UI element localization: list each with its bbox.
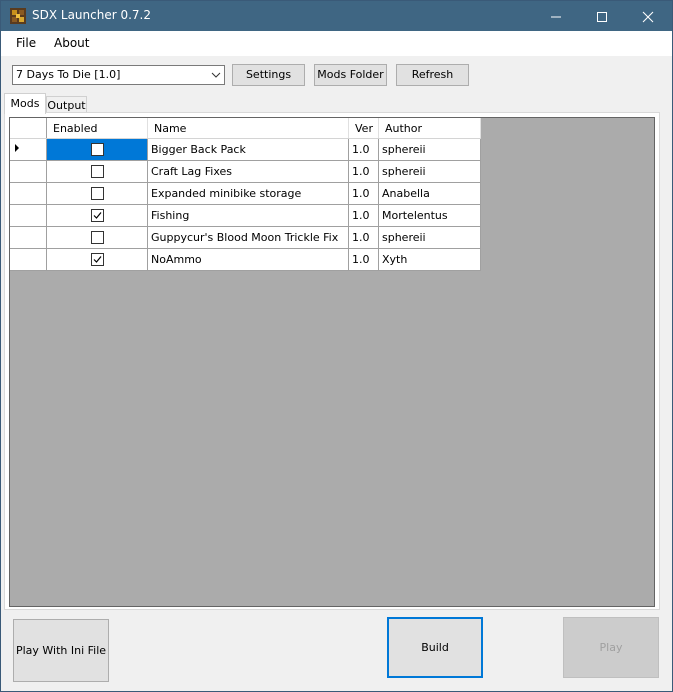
maximize-icon	[597, 12, 607, 22]
build-button[interactable]: Build	[387, 617, 483, 678]
play-button[interactable]: Play	[563, 617, 659, 678]
enabled-cell[interactable]	[46, 204, 148, 227]
enabled-checkbox[interactable]	[90, 253, 104, 267]
enabled-cell[interactable]	[46, 182, 148, 205]
column-header-name[interactable]: Name	[147, 118, 349, 139]
ver-cell[interactable]: 1.0	[348, 248, 379, 271]
table-row[interactable]: Craft Lag Fixes 1.0 sphereii	[10, 160, 481, 183]
minimize-button[interactable]	[533, 1, 579, 31]
menu-bar: File About	[1, 31, 672, 56]
close-icon	[642, 11, 654, 23]
enabled-cell[interactable]	[46, 248, 148, 271]
table-row[interactable]: Expanded minibike storage 1.0 Anabella	[10, 182, 481, 205]
row-header[interactable]	[10, 204, 47, 227]
name-cell[interactable]: NoAmmo	[147, 248, 349, 271]
tab-strip: Mods Output	[1, 93, 672, 114]
checkmark-icon	[93, 212, 101, 220]
enabled-cell[interactable]	[46, 226, 148, 249]
current-row-arrow-icon	[15, 144, 19, 152]
menu-file[interactable]: File	[16, 36, 36, 50]
toolbar: 7 Days To Die [1.0] Settings Mods Folder…	[1, 56, 672, 96]
author-cell[interactable]: Xyth	[378, 248, 481, 271]
name-cell[interactable]: Fishing	[147, 204, 349, 227]
row-header[interactable]	[10, 160, 47, 183]
enabled-checkbox[interactable]	[90, 187, 104, 201]
enabled-checkbox[interactable]	[90, 143, 104, 157]
mods-grid[interactable]: Enabled Name Ver Author Bigger Back Pack…	[9, 117, 655, 607]
name-cell[interactable]: Bigger Back Pack	[147, 138, 349, 161]
game-select-dropdown[interactable]: 7 Days To Die [1.0]	[12, 65, 225, 85]
mods-folder-button[interactable]: Mods Folder	[314, 64, 387, 86]
minimize-icon	[551, 16, 561, 18]
column-header-author[interactable]: Author	[378, 118, 481, 139]
enabled-checkbox[interactable]	[90, 231, 104, 245]
row-header[interactable]	[10, 248, 47, 271]
ver-cell[interactable]: 1.0	[348, 138, 379, 161]
table-row[interactable]: Guppycur's Blood Moon Trickle Fix 1.0 sp…	[10, 226, 481, 249]
name-cell[interactable]: Guppycur's Blood Moon Trickle Fix	[147, 226, 349, 249]
ver-cell[interactable]: 1.0	[348, 182, 379, 205]
table-row[interactable]: Fishing 1.0 Mortelentus	[10, 204, 481, 227]
tab-mods[interactable]: Mods	[4, 93, 46, 114]
enabled-checkbox[interactable]	[90, 165, 104, 179]
chevron-down-icon	[211, 72, 221, 78]
row-header[interactable]	[10, 182, 47, 205]
author-cell[interactable]: sphereii	[378, 138, 481, 161]
column-header-enabled[interactable]: Enabled	[46, 118, 148, 139]
close-button[interactable]	[625, 1, 671, 31]
enabled-cell[interactable]	[46, 138, 148, 161]
maximize-button[interactable]	[579, 1, 625, 31]
enabled-checkbox[interactable]	[90, 209, 104, 223]
ver-cell[interactable]: 1.0	[348, 160, 379, 183]
author-cell[interactable]: Anabella	[378, 182, 481, 205]
row-header[interactable]	[10, 138, 47, 161]
settings-button[interactable]: Settings	[232, 64, 305, 86]
ver-cell[interactable]: 1.0	[348, 204, 379, 227]
game-select-value: 7 Days To Die [1.0]	[16, 68, 121, 81]
title-bar[interactable]: SDX Launcher 0.7.2	[1, 1, 672, 31]
refresh-button[interactable]: Refresh	[396, 64, 469, 86]
author-cell[interactable]: Mortelentus	[378, 204, 481, 227]
app-logo-icon	[10, 8, 26, 24]
mods-table: Enabled Name Ver Author Bigger Back Pack…	[10, 118, 481, 271]
window-title: SDX Launcher 0.7.2	[32, 8, 152, 22]
author-cell[interactable]: sphereii	[378, 226, 481, 249]
mods-tab-panel: Enabled Name Ver Author Bigger Back Pack…	[4, 112, 660, 610]
table-row[interactable]: NoAmmo 1.0 Xyth	[10, 248, 481, 271]
grid-header-row: Enabled Name Ver Author	[10, 118, 481, 139]
app-window: SDX Launcher 0.7.2 File About 7 Days To …	[0, 0, 673, 692]
author-cell[interactable]: sphereii	[378, 160, 481, 183]
table-row[interactable]: Bigger Back Pack 1.0 sphereii	[10, 138, 481, 161]
ver-cell[interactable]: 1.0	[348, 226, 379, 249]
name-cell[interactable]: Craft Lag Fixes	[147, 160, 349, 183]
enabled-cell[interactable]	[46, 160, 148, 183]
column-header-ver[interactable]: Ver	[348, 118, 379, 139]
checkmark-icon	[93, 256, 101, 264]
row-header[interactable]	[10, 226, 47, 249]
menu-about[interactable]: About	[54, 36, 89, 50]
name-cell[interactable]: Expanded minibike storage	[147, 182, 349, 205]
play-with-ini-button[interactable]: Play With Ini File	[13, 619, 109, 682]
row-header-corner	[10, 118, 47, 139]
